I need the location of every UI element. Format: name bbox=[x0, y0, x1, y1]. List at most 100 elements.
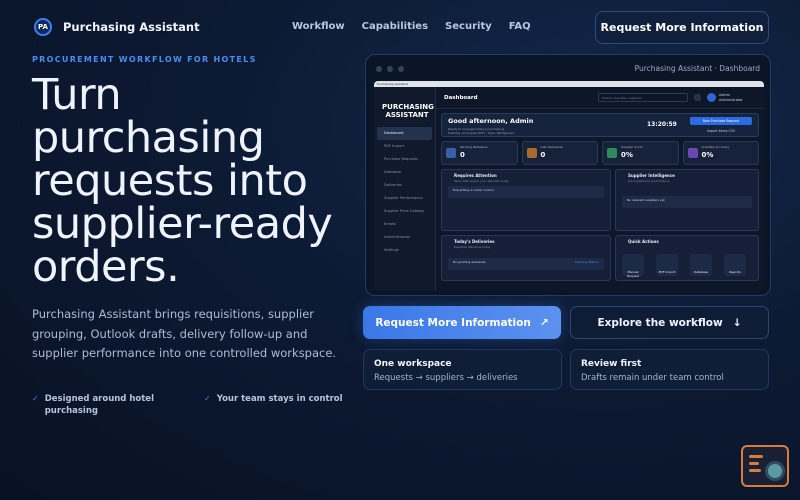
delivery-row-text: No pending deliveries bbox=[453, 260, 486, 264]
stats-row: Pending Refreshes 0 Late Deliveries 0 Su… bbox=[441, 141, 759, 165]
request-info-label: Request More Information bbox=[375, 316, 531, 329]
nav-request-info-button[interactable]: Request More Information bbox=[595, 11, 769, 44]
new-purchase-request-button: New Purchase Request bbox=[690, 117, 752, 125]
dashboard-panels: Requires Attention Items that require yo… bbox=[441, 169, 759, 287]
hero-point: ✓ Your team stays in control bbox=[204, 393, 344, 417]
help-chat-icon[interactable] bbox=[741, 445, 789, 487]
panel-title: Today's Deliveries bbox=[454, 239, 495, 244]
help-line bbox=[749, 455, 763, 458]
welcome-sub: Ready to manage today's purchasing Tuesd… bbox=[448, 127, 515, 135]
stat-card: Pending Refreshes 0 bbox=[441, 141, 518, 165]
stat-label: Pending Refreshes bbox=[460, 145, 488, 149]
explore-workflow-button[interactable]: Explore the workflow ↓ bbox=[570, 306, 769, 339]
quick-action-manual: Manual Request bbox=[622, 254, 644, 278]
request-info-button[interactable]: Request More Information ↗ bbox=[363, 306, 561, 339]
sidebar-item-settings: Settings bbox=[384, 248, 399, 252]
todays-deliveries-panel: Today's Deliveries Expected deliveries t… bbox=[441, 235, 611, 281]
nav-link-workflow[interactable]: Workflow bbox=[292, 21, 345, 32]
nav-link-faq[interactable]: FAQ bbox=[509, 21, 531, 32]
hero-point-label: Your team stays in control bbox=[216, 394, 343, 404]
window-dot-icon bbox=[398, 65, 404, 72]
feature-card-workspace: One workspace Requests → suppliers → del… bbox=[363, 349, 562, 390]
help-line bbox=[749, 469, 761, 472]
stat-value: 0 bbox=[460, 151, 465, 159]
requires-attention-panel: Requires Attention Items that require yo… bbox=[441, 169, 611, 231]
hero-point: ✓ Designed around hotel purchasing bbox=[32, 393, 172, 417]
hero-point-label: Designed around hotel purchasing bbox=[44, 394, 154, 416]
refresh-icon bbox=[446, 148, 456, 158]
top-navigation: PA Purchasing Assistant Workflow Capabil… bbox=[0, 0, 800, 54]
welcome-card: Good afternoon, Admin Ready to manage to… bbox=[441, 113, 759, 137]
check-icon: ✓ bbox=[32, 394, 39, 403]
sidebar-item-dashboard: Dashboard bbox=[377, 127, 432, 140]
stat-value: 0% bbox=[701, 151, 714, 159]
panel-row: Everything is under control bbox=[448, 186, 604, 198]
truck-icon bbox=[526, 148, 537, 158]
sidebar-item-administration: Administration bbox=[384, 235, 411, 239]
panel-title: Supplier Intelligence bbox=[628, 173, 675, 178]
nav-link-security[interactable]: Security bbox=[445, 21, 492, 32]
magnifier-icon bbox=[765, 461, 785, 481]
dashboard-search: Search requests, suppliers bbox=[598, 93, 688, 102]
stat-label: Supplier Score bbox=[621, 145, 643, 149]
quick-action-reports: Reports bbox=[724, 254, 746, 276]
sidebar-item-supplier-performance: Supplier Performance bbox=[384, 196, 423, 200]
feature-desc: Requests → suppliers → deliveries bbox=[374, 373, 518, 383]
quick-action-database: Database bbox=[690, 254, 712, 276]
hero-description: Purchasing Assistant brings requisitions… bbox=[32, 307, 337, 360]
accuracy-icon bbox=[687, 148, 698, 158]
brand-name[interactable]: Purchasing Assistant bbox=[63, 20, 200, 34]
brand-logo-icon[interactable]: PA bbox=[34, 18, 52, 36]
welcome-clock: 13:20:59 bbox=[647, 121, 677, 128]
dashboard-topbar: Dashboard Search requests, suppliers Adm… bbox=[436, 87, 764, 109]
sidebar-item-emails: Emails bbox=[384, 222, 396, 226]
feature-desc: Drafts remain under team control bbox=[581, 373, 724, 383]
sidebar-item-purchase-requests: Purchase Requests bbox=[384, 157, 418, 161]
score-icon bbox=[607, 148, 617, 158]
sidebar-item-supplier-price-catalog: Supplier Price Catalog bbox=[384, 209, 424, 213]
check-icon: ✓ bbox=[204, 394, 211, 403]
panel-title: Quick Actions bbox=[628, 239, 659, 244]
stat-value: 0% bbox=[621, 151, 633, 159]
sidebar-logo: PURCHASING ASSISTANT bbox=[382, 103, 434, 119]
panel-subtitle: Top suppliers by performance bbox=[628, 179, 670, 183]
stat-label: Late Deliveries bbox=[540, 145, 563, 149]
nav-links: Workflow Capabilities Security FAQ bbox=[292, 21, 531, 32]
user-role: Administrator bbox=[719, 97, 743, 102]
window-dot-icon bbox=[387, 65, 393, 72]
panel-subtitle: Expected deliveries today bbox=[454, 245, 491, 249]
arrow-down-icon: ↓ bbox=[732, 316, 742, 329]
sidebar-item-pdf-import: PDF Import bbox=[384, 144, 405, 148]
dashboard-screenshot: Purchasing Assistant PURCHASING ASSISTAN… bbox=[374, 81, 764, 291]
welcome-greeting: Good afternoon, Admin bbox=[448, 117, 534, 125]
delivery-status-link: Delivery Status bbox=[575, 260, 598, 264]
hero-points: ✓ Designed around hotel purchasing ✓ You… bbox=[32, 393, 344, 417]
stat-card: Supplier Score 0% bbox=[602, 141, 679, 165]
welcome-date: Tuesday 12 August 2025 · Type: Refrigera… bbox=[448, 131, 515, 135]
hero-eyebrow: PROCUREMENT WORKFLOW FOR HOTELS bbox=[32, 55, 257, 64]
import-items-button: Import Items CSV bbox=[707, 129, 735, 133]
panel-row: No pending deliveries Delivery Status bbox=[448, 258, 604, 270]
stat-value: 0 bbox=[540, 151, 546, 159]
explore-workflow-label: Explore the workflow bbox=[597, 316, 723, 329]
dashboard-sidebar: PURCHASING ASSISTANT Dashboard PDF Impor… bbox=[374, 87, 436, 291]
sidebar-item-database: Database bbox=[384, 170, 402, 174]
feature-title: Review first bbox=[581, 359, 642, 369]
dashboard-preview-window: Purchasing Assistant · Dashboard Purchas… bbox=[365, 54, 771, 296]
avatar bbox=[707, 93, 716, 102]
quick-action-pdf: PDF Import bbox=[656, 254, 678, 276]
feature-card-review: Review first Drafts remain under team co… bbox=[570, 349, 769, 390]
panel-row: No relevant suppliers yet bbox=[622, 196, 752, 208]
dashboard-page-title: Dashboard bbox=[444, 95, 478, 101]
window-title: Purchasing Assistant · Dashboard bbox=[634, 64, 760, 73]
arrow-up-right-icon: ↗ bbox=[539, 316, 549, 329]
panel-subtitle: Items that require your attention today bbox=[454, 179, 509, 183]
panel-title: Requires Attention bbox=[454, 173, 497, 178]
supplier-intelligence-panel: Supplier Intelligence Top suppliers by p… bbox=[615, 169, 759, 231]
help-line bbox=[749, 462, 759, 465]
sidebar-item-deliveries: Deliveries bbox=[384, 183, 402, 187]
window-titlebar: Purchasing Assistant · Dashboard bbox=[366, 55, 770, 82]
nav-link-capabilities[interactable]: Capabilities bbox=[362, 21, 428, 32]
window-dot-icon bbox=[376, 65, 382, 72]
hero-headline: Turn purchasing requests into supplier-r… bbox=[32, 70, 333, 292]
